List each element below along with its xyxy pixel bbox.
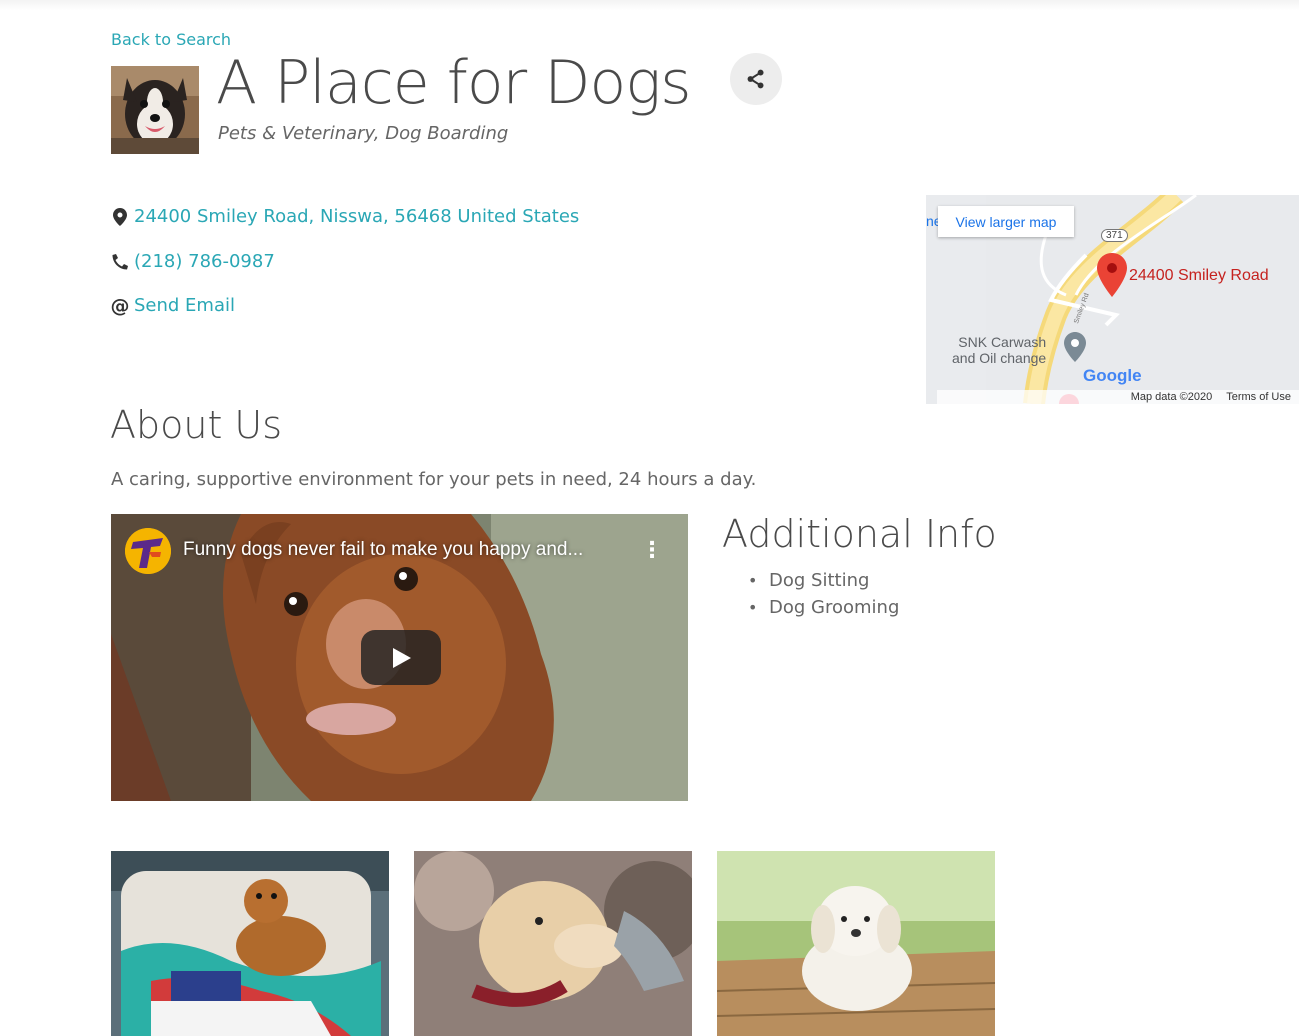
google-logo: Google [1083,366,1142,385]
map-marker-icon [111,207,129,226]
channel-avatar-icon[interactable] [125,528,171,574]
back-to-search-link[interactable]: Back to Search [111,30,231,49]
list-item: Dog Sitting [748,568,899,595]
business-name: A Place for Dogs [216,48,691,118]
play-button[interactable] [361,630,441,685]
view-larger-map-button[interactable]: View larger map [938,206,1074,237]
phone-row: (218) 786-0987 [111,251,275,272]
share-icon [747,69,764,89]
top-divider [0,0,1299,10]
map-attribution: Map data ©2020 Terms of Use [936,390,1299,404]
gallery-image-2[interactable] [414,851,692,1036]
poi-marker-icon[interactable] [1064,332,1086,362]
map-poi-label: SNK Carwash and Oil change [952,334,1047,366]
business-logo [111,66,199,154]
send-email-link[interactable]: Send Email [134,295,235,316]
terms-of-use-link[interactable]: Terms of Use [1226,391,1291,403]
map-pin-icon[interactable] [1096,253,1128,297]
more-options-icon[interactable]: ⋮ [641,540,663,562]
route-shield: 371 [1101,229,1128,242]
video-title[interactable]: Funny dogs never fail to make you happy … [183,539,583,561]
email-row: @ Send Email [110,294,236,317]
gallery-image-3[interactable] [717,851,995,1036]
additional-info-heading: Additional Info [722,512,997,556]
address-link[interactable]: 24400 Smiley Road, Nisswa, 56468 United … [134,206,579,227]
location-map[interactable]: ne View larger map 371 Smiley Rd 24400 S… [926,195,1299,404]
business-categories: Pets & Veterinary, Dog Boarding [218,123,509,144]
phone-icon [111,253,129,271]
address-row: 24400 Smiley Road, Nisswa, 56468 United … [111,206,579,227]
list-item: Dog Grooming [748,595,899,622]
additional-info-list: Dog Sitting Dog Grooming [748,568,899,622]
about-heading: About Us [110,403,283,447]
phone-link[interactable]: (218) 786-0987 [134,251,275,272]
gallery-image-1[interactable] [111,851,389,1036]
about-text: A caring, supportive environment for you… [111,469,757,490]
map-pin-label: 24400 Smiley Road [1129,267,1269,284]
share-button[interactable] [730,53,782,105]
at-sign-icon: @ [110,294,130,317]
video-player[interactable]: Funny dogs never fail to make you happy … [111,514,688,801]
play-icon [393,647,411,668]
